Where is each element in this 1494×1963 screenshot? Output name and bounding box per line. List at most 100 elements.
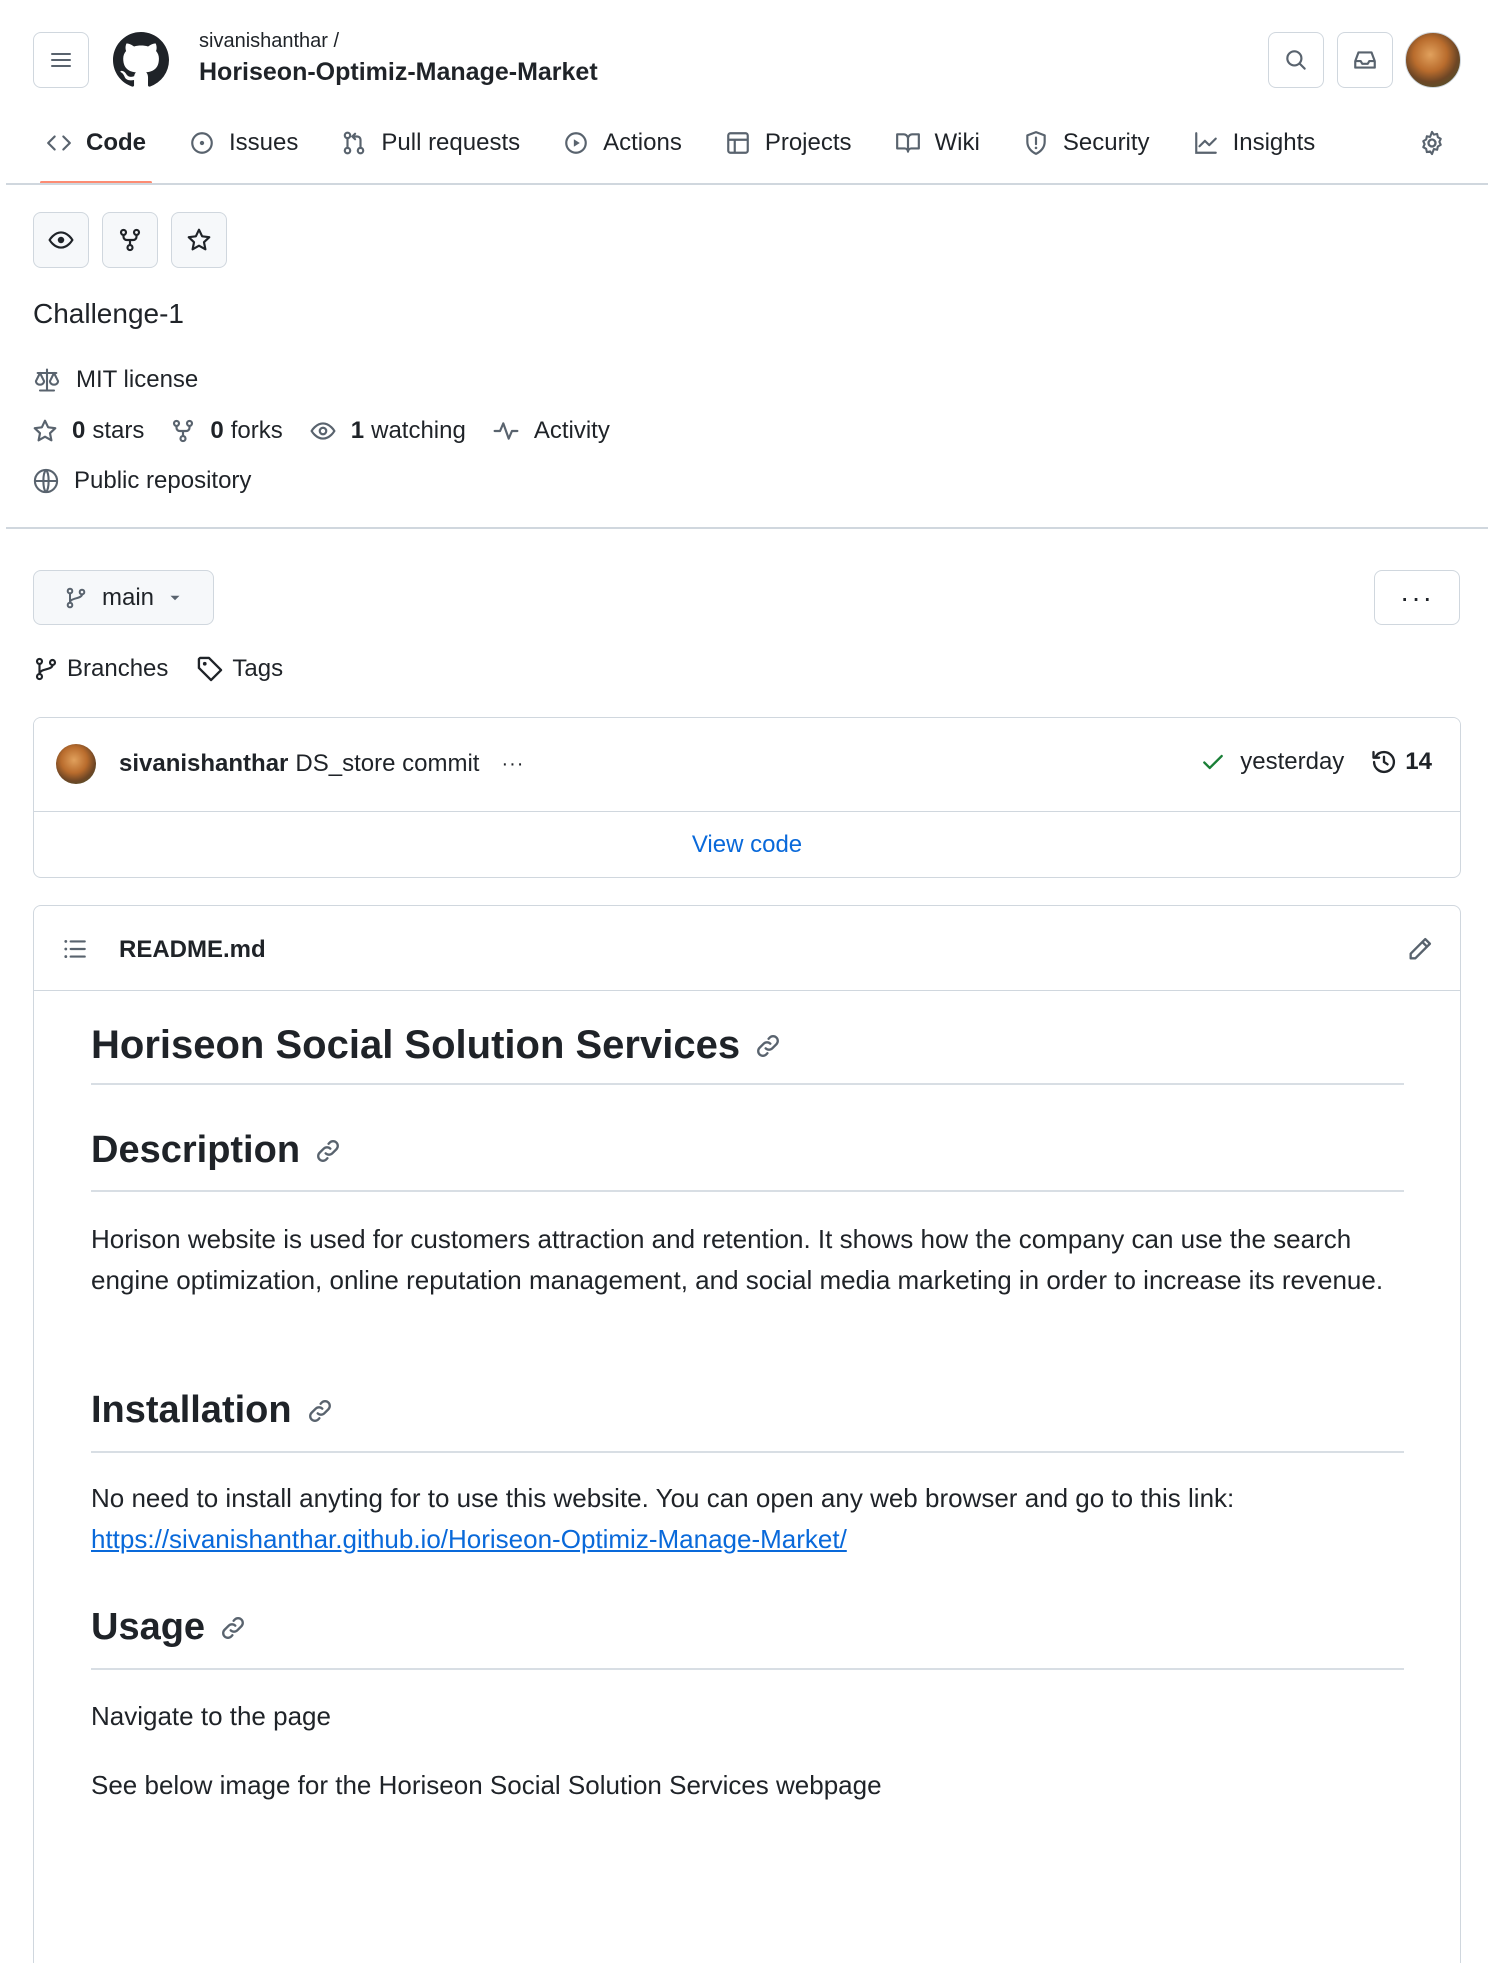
- pencil-icon[interactable]: [1406, 935, 1434, 963]
- tab-label: Code: [86, 129, 146, 156]
- view-code-link[interactable]: View code: [34, 812, 1460, 877]
- description-text: Horison website is used for customers at…: [91, 1224, 1384, 1295]
- commit-expand-button[interactable]: ···: [501, 753, 524, 776]
- caret-down-icon: [170, 595, 180, 600]
- repo-nav-tabs: Code Issues Pull requests Actions Projec…: [32, 118, 1344, 184]
- watch-button[interactable]: [33, 212, 89, 268]
- visibility-label: Public repository: [74, 467, 252, 494]
- watching-link[interactable]: 1 watching: [309, 417, 466, 445]
- tab-code[interactable]: Code: [32, 118, 160, 184]
- search-icon: [1286, 50, 1306, 70]
- star-icon: [33, 419, 57, 442]
- fork-icon: [119, 228, 141, 252]
- description-heading: Description: [91, 1129, 1404, 1172]
- watching-count: 1: [350, 417, 365, 444]
- about-divider: [6, 527, 1488, 529]
- table-icon: [726, 132, 749, 154]
- stars-link[interactable]: 0 stars: [32, 417, 144, 445]
- settings-tab[interactable]: [1418, 129, 1446, 157]
- list-icon[interactable]: [62, 936, 88, 962]
- visibility-row: Public repository: [32, 467, 251, 495]
- branch-icon: [66, 587, 86, 608]
- tab-issues[interactable]: Issues: [175, 118, 312, 168]
- branches-link[interactable]: Branches: [33, 655, 168, 683]
- link-icon[interactable]: [314, 1137, 342, 1165]
- tab-projects[interactable]: Projects: [711, 118, 866, 168]
- installation-paragraph: No need to install anyting for to use th…: [91, 1478, 1404, 1560]
- fork-button[interactable]: [102, 212, 158, 268]
- tag-icon: [198, 656, 223, 682]
- commit-time[interactable]: yesterday: [1240, 748, 1344, 776]
- usage-text-1: Navigate to the page: [91, 1701, 331, 1731]
- installation-heading-text: Installation: [91, 1389, 292, 1431]
- book-icon: [895, 133, 920, 153]
- title-rule: [91, 1083, 1404, 1085]
- search-button[interactable]: [1268, 32, 1324, 88]
- tab-insights[interactable]: Insights: [1179, 118, 1330, 168]
- commit-author-avatar[interactable]: [56, 744, 96, 784]
- forks-label: forks: [230, 417, 283, 444]
- commit-meta: yesterday 14: [1200, 748, 1432, 776]
- play-icon: [565, 132, 587, 154]
- tab-label: Actions: [603, 129, 682, 156]
- link-icon[interactable]: [306, 1397, 334, 1425]
- link-icon[interactable]: [219, 1614, 247, 1642]
- commit-summary: sivanishanthar DS_store commit ···: [119, 750, 524, 778]
- pull-request-icon: [344, 131, 365, 155]
- license-link[interactable]: MIT license: [76, 366, 198, 394]
- inbox-button[interactable]: [1337, 32, 1393, 88]
- more-options-button[interactable]: ···: [1374, 570, 1460, 625]
- fork-icon: [173, 419, 194, 443]
- check-icon[interactable]: [1200, 749, 1226, 775]
- license-row: MIT license: [32, 366, 198, 394]
- branch-selector[interactable]: main: [33, 570, 214, 625]
- tab-actions[interactable]: Actions: [549, 118, 696, 168]
- tab-security[interactable]: Security: [1009, 118, 1164, 168]
- latest-commit-box: sivanishanthar DS_store commit ··· yeste…: [33, 717, 1461, 878]
- stars-label: stars: [92, 417, 145, 444]
- user-avatar[interactable]: [1405, 32, 1461, 88]
- usage-rule: [91, 1668, 1404, 1670]
- gear-icon: [1422, 130, 1442, 156]
- commit-author[interactable]: sivanishanthar: [119, 750, 288, 778]
- commit-history-link[interactable]: 14: [1370, 748, 1432, 776]
- link-icon[interactable]: [754, 1032, 782, 1060]
- usage-heading-text: Usage: [91, 1606, 206, 1648]
- stats-row: 0 stars 0 forks 1 watching Activity: [32, 417, 636, 445]
- readme-filename[interactable]: README.md: [119, 936, 266, 964]
- repo-description: Challenge-1: [33, 298, 184, 329]
- commit-count: 14: [1405, 748, 1432, 775]
- branch-links: Branches Tags: [33, 655, 311, 683]
- tags-link[interactable]: Tags: [196, 655, 283, 683]
- issue-icon: [191, 132, 213, 154]
- graph-icon: [1194, 132, 1217, 154]
- history-icon: [1372, 750, 1396, 774]
- tab-label: Insights: [1232, 129, 1316, 156]
- star-icon: [187, 228, 211, 251]
- branch-icon: [35, 657, 57, 681]
- activity-link[interactable]: Activity: [492, 417, 610, 445]
- commit-message[interactable]: DS_store commit: [295, 750, 479, 778]
- menu-button[interactable]: [33, 32, 89, 88]
- description-rule: [91, 1190, 1404, 1192]
- tags-label: Tags: [232, 655, 284, 682]
- usage-heading: Usage: [91, 1606, 1404, 1649]
- activity-label: Activity: [533, 417, 610, 444]
- tab-label: Security: [1062, 129, 1150, 156]
- branches-label: Branches: [67, 655, 169, 682]
- repo-name-link[interactable]: Horiseon-Optimiz-Manage-Market: [199, 58, 598, 87]
- installation-rule: [91, 1451, 1404, 1453]
- pulse-icon: [493, 422, 519, 440]
- eye-icon: [310, 422, 336, 440]
- stars-count: 0: [72, 417, 86, 444]
- description-heading-text: Description: [91, 1129, 301, 1171]
- repo-owner-link[interactable]: sivanishanthar /: [199, 30, 339, 53]
- forks-link[interactable]: 0 forks: [170, 417, 283, 445]
- tab-wiki[interactable]: Wiki: [881, 118, 994, 168]
- tab-pull-requests[interactable]: Pull requests: [327, 118, 534, 168]
- star-button[interactable]: [171, 212, 227, 268]
- shield-icon: [1026, 131, 1046, 155]
- github-logo[interactable]: [113, 32, 169, 88]
- website-link[interactable]: https://sivanishanthar.github.io/Horiseo…: [91, 1524, 847, 1554]
- globe-icon: [33, 468, 59, 494]
